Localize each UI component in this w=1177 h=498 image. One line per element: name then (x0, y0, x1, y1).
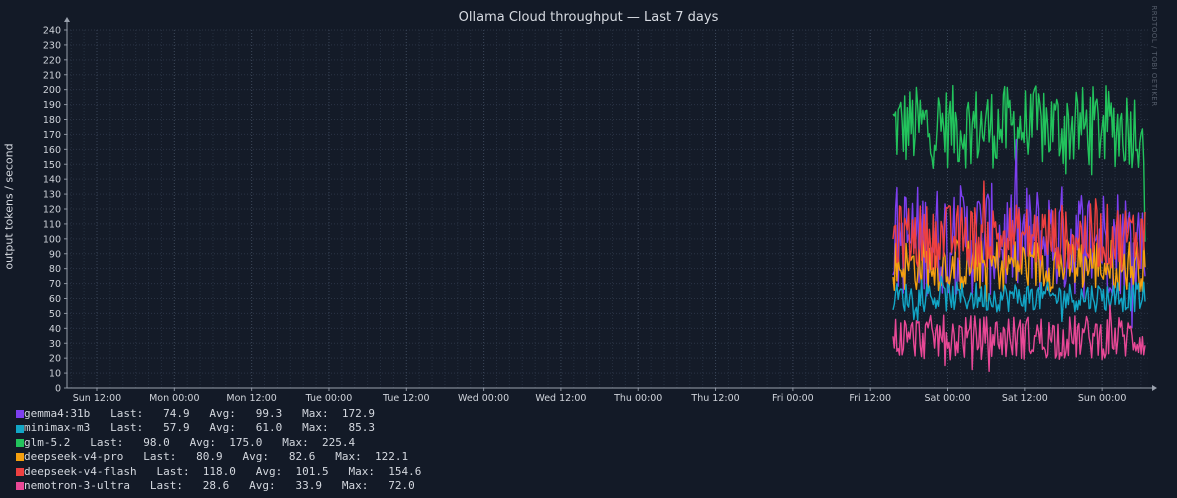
y-axis-label: output tokens / second (2, 143, 16, 270)
y-tick-label: 180 (43, 115, 61, 126)
legend-swatch (16, 410, 24, 419)
y-tick-label: 50 (49, 309, 61, 320)
legend-entry: minimax-m3 Last: 57.9 Avg: 61.0 Max: 85.… (16, 421, 421, 435)
y-tick-label: 190 (43, 100, 61, 111)
x-tick-label: Fri 12:00 (849, 393, 891, 404)
x-tick-label: Mon 12:00 (226, 393, 276, 404)
y-tick-label: 130 (43, 190, 61, 201)
x-tick-label: Tue 12:00 (382, 393, 430, 404)
x-tick-label: Wed 12:00 (535, 393, 586, 404)
y-tick-label: 150 (43, 160, 61, 171)
legend-entry: deepseek-v4-flash Last: 118.0 Avg: 101.5… (16, 465, 421, 479)
y-tick-label: 70 (49, 279, 61, 290)
y-tick-label: 40 (49, 324, 61, 335)
x-tick-label: Sun 12:00 (73, 393, 121, 404)
x-tick-label: Mon 00:00 (149, 393, 199, 404)
legend-text: deepseek-v4-flash Last: 118.0 Avg: 101.5… (24, 464, 422, 478)
legend-text: glm-5.2 Last: 98.0 Avg: 175.0 Max: 225.4 (24, 435, 356, 449)
y-tick-label: 80 (49, 264, 61, 275)
legend-entry: glm-5.2 Last: 98.0 Avg: 175.0 Max: 225.4 (16, 436, 421, 450)
x-tick-label: Sat 12:00 (1002, 393, 1048, 404)
y-tick-label: 30 (49, 339, 61, 350)
x-tick-label: Thu 12:00 (690, 393, 739, 404)
x-tick-label: Tue 00:00 (305, 393, 353, 404)
y-tick-label: 170 (43, 130, 61, 141)
x-axis-arrow (1152, 385, 1157, 391)
legend-text: minimax-m3 Last: 57.9 Avg: 61.0 Max: 85.… (24, 421, 375, 435)
y-tick-label: 90 (49, 249, 61, 260)
y-tick-label: 0 (55, 384, 61, 395)
legend-text: gemma4:31b Last: 74.9 Avg: 99.3 Max: 172… (24, 407, 375, 420)
y-tick-label: 160 (43, 145, 61, 156)
legend-text: nemotron-3-ultra Last: 28.6 Avg: 33.9 Ma… (24, 478, 415, 492)
legend-entry: deepseek-v4-pro Last: 80.9 Avg: 82.6 Max… (16, 450, 421, 464)
y-tick-label: 120 (43, 205, 61, 216)
legend-swatch (16, 438, 24, 447)
chart-title: Ollama Cloud throughput — Last 7 days (458, 10, 719, 25)
y-tick-label: 20 (49, 354, 61, 365)
legend-swatch (16, 424, 24, 433)
y-tick-label: 10 (49, 369, 61, 380)
legend: gemma4:31b Last: 74.9 Avg: 99.3 Max: 172… (16, 407, 421, 493)
y-tick-label: 60 (49, 294, 61, 305)
legend-swatch (16, 467, 24, 476)
y-tick-label: 240 (43, 26, 61, 37)
y-tick-label: 220 (43, 55, 61, 66)
legend-swatch (16, 453, 24, 462)
legend-entry: gemma4:31b Last: 74.9 Avg: 99.3 Max: 172… (16, 407, 421, 421)
y-tick-label: 100 (43, 234, 61, 245)
y-tick-label: 210 (43, 70, 61, 81)
x-tick-label: Sun 00:00 (1078, 393, 1126, 404)
legend-entry: nemotron-3-ultra Last: 28.6 Avg: 33.9 Ma… (16, 479, 421, 493)
legend-swatch (16, 482, 24, 491)
x-tick-label: Fri 00:00 (772, 393, 814, 404)
y-tick-label: 140 (43, 175, 61, 186)
y-tick-label: 230 (43, 40, 61, 51)
y-tick-label: 200 (43, 85, 61, 96)
rrdtool-watermark: RRDTOOL / TOBI OETIKER (1150, 5, 1158, 107)
y-tick-label: 110 (43, 219, 61, 230)
x-tick-label: Thu 00:00 (613, 393, 662, 404)
x-tick-label: Wed 00:00 (458, 393, 509, 404)
x-tick-label: Sat 00:00 (925, 393, 971, 404)
legend-text: deepseek-v4-pro Last: 80.9 Avg: 82.6 Max… (24, 450, 409, 464)
